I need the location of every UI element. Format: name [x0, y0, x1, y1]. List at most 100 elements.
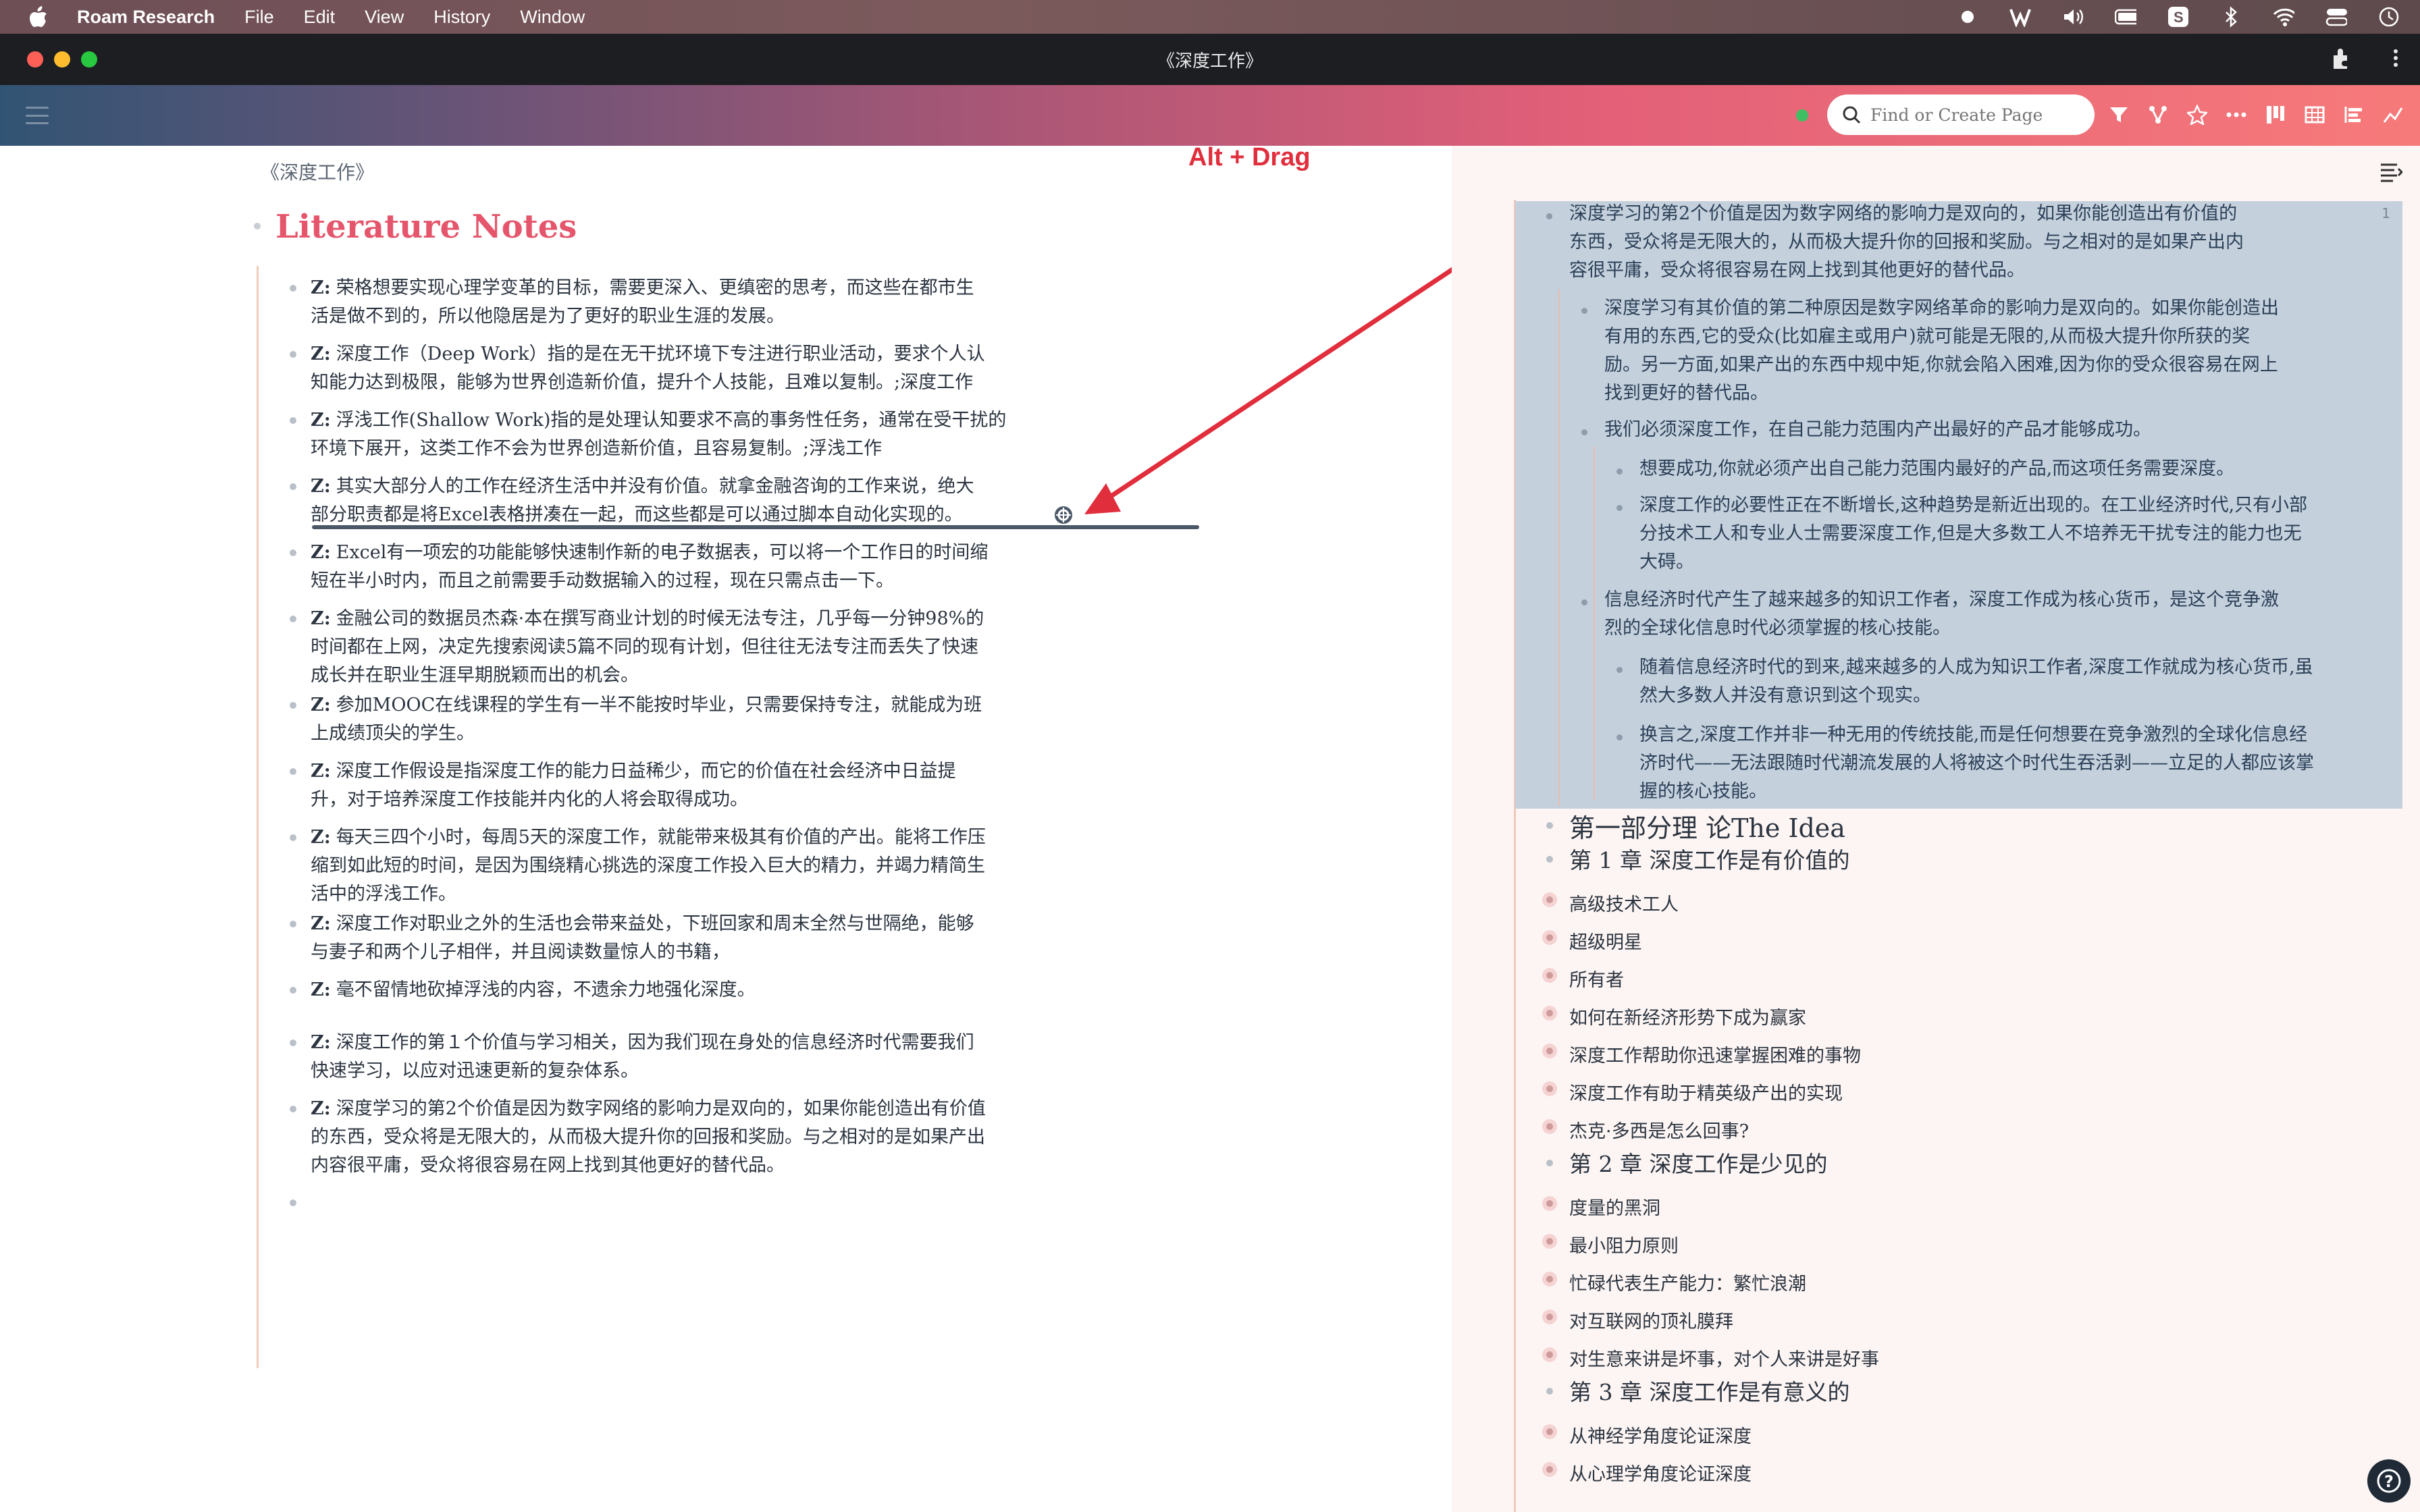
wifi-icon[interactable] [2273, 6, 2294, 28]
note-block[interactable]: Z: 深度学习的第2个价值是因为数字网络的影响力是双向的，如果你能创造出有价值 的东… [311, 1095, 1020, 1180]
block-bullet[interactable] [1546, 213, 1552, 219]
chapter-item[interactable]: 对互联网的顶礼膜拜 [1569, 1307, 1733, 1333]
block-bullet[interactable] [1581, 429, 1587, 435]
chapter-item[interactable]: 所有者 [1569, 965, 1624, 992]
note-block[interactable]: Z: 参加MOOC在线课程的学生有一半不能按时毕业，只需要保持专注，就能成为班 上成… [311, 691, 1020, 748]
collapsed-bullet-icon[interactable] [1542, 1006, 1557, 1021]
record-dot-icon[interactable] [1957, 6, 1978, 28]
collapsed-bullet-icon[interactable] [1542, 1462, 1557, 1477]
menu-window[interactable]: Window [520, 7, 585, 28]
block-bullet[interactable] [290, 351, 296, 358]
heading-bullet[interactable] [1546, 1388, 1553, 1395]
block-bullet[interactable] [290, 483, 296, 490]
block-bullet[interactable] [1616, 505, 1623, 511]
minimize-window-button[interactable] [54, 51, 70, 68]
collapsed-bullet-icon[interactable] [1542, 1234, 1557, 1249]
chapter-item[interactable]: 如何在新经济形势下成为赢家 [1569, 1003, 1806, 1029]
filter-icon[interactable] [2107, 99, 2131, 131]
block-bullet[interactable] [290, 987, 296, 994]
collapsed-bullet-icon[interactable] [1542, 968, 1557, 983]
collapsed-bullet-icon[interactable] [1542, 1081, 1557, 1096]
chapter-item[interactable]: 超级明星 [1569, 927, 1642, 954]
block-bullet[interactable] [1616, 734, 1623, 740]
note-block[interactable]: Z: 深度工作的第１个价值与学习相关，因为我们现在身处的信息经济时代需要我们 快速学… [311, 1029, 1020, 1085]
chapter-heading[interactable]: 第 3 章 深度工作是有意义的 [1569, 1374, 1849, 1407]
block-bullet[interactable] [1616, 667, 1623, 673]
close-window-button[interactable] [27, 51, 43, 68]
note-block[interactable]: Z: 深度工作对职业之外的生活也会带来益处，下班回家和周末全然与世隔绝，能够 与妻子… [311, 910, 1020, 967]
block-bullet[interactable] [290, 285, 296, 292]
block-bullet[interactable] [290, 702, 296, 709]
extensions-icon[interactable] [2330, 46, 2354, 75]
reference-count[interactable]: 1 [2382, 205, 2390, 221]
chapter-item[interactable]: 从神经学角度论证深度 [1569, 1422, 1752, 1448]
volume-icon[interactable] [2062, 6, 2084, 28]
search-input[interactable] [1870, 105, 2086, 125]
chapter-item[interactable]: 对生意来讲是坏事，对个人来讲是好事 [1569, 1345, 1879, 1371]
w-app-icon[interactable] [2009, 6, 2031, 28]
collapsed-bullet-icon[interactable] [1542, 1272, 1557, 1287]
collapsed-bullet-icon[interactable] [1542, 1347, 1557, 1362]
app-name-menu[interactable]: Roam Research [77, 7, 215, 28]
heading-bullet[interactable] [1546, 1160, 1553, 1166]
heading-bullet[interactable] [1546, 822, 1553, 829]
help-button[interactable]: ? [2367, 1459, 2411, 1503]
empty-block-bullet[interactable] [290, 1199, 296, 1206]
collapsed-bullet-icon[interactable] [1542, 892, 1557, 907]
chapter-item[interactable]: 最小阻力原则 [1569, 1231, 1679, 1258]
title-bullet[interactable] [254, 223, 261, 230]
collapsed-bullet-icon[interactable] [1542, 1424, 1557, 1439]
note-block[interactable]: Z: 荣格想要实现心理学变革的目标，需要更深入、更缜密的思考，而这些在都市生 活是做… [311, 274, 1020, 331]
block-bullet[interactable] [290, 1106, 296, 1112]
chapter-heading[interactable]: 第 2 章 深度工作是少见的 [1569, 1146, 1827, 1179]
battery-icon[interactable] [2115, 6, 2136, 28]
block-bullet[interactable] [1581, 308, 1587, 314]
block-bullet[interactable] [290, 417, 296, 424]
outline-icon[interactable] [2342, 99, 2366, 131]
table-icon[interactable] [2303, 99, 2327, 131]
note-block[interactable]: Z: 每天三四个小时，每周5天的深度工作，就能带来极其有价值的产出。能将工作压 缩到… [311, 824, 1020, 909]
more-options-icon[interactable] [2224, 99, 2248, 131]
clock-icon[interactable] [2378, 6, 2400, 28]
chapter-item[interactable]: 深度工作有助于精英级产出的实现 [1569, 1079, 1843, 1105]
s-app-icon[interactable]: S [2167, 6, 2189, 28]
chapter-heading[interactable]: 第 1 章 深度工作是有价值的 [1569, 842, 1849, 875]
apple-logo-icon[interactable] [27, 5, 50, 28]
menu-view[interactable]: View [365, 7, 404, 28]
chapter-item[interactable]: 从心理学角度论证深度 [1569, 1459, 1752, 1486]
analytics-icon[interactable] [2381, 99, 2405, 131]
menu-edit[interactable]: Edit [304, 7, 336, 28]
chapter-item[interactable]: 度量的黑洞 [1569, 1193, 1660, 1220]
heading-bullet[interactable] [1546, 856, 1553, 863]
note-block[interactable]: Z: 毫不留情地砍掉浮浅的内容，不遗余力地强化深度。 [311, 976, 1020, 1004]
star-icon[interactable] [2185, 99, 2209, 131]
block-bullet[interactable] [290, 616, 296, 622]
collapsed-bullet-icon[interactable] [1542, 1044, 1557, 1058]
collapsed-bullet-icon[interactable] [1542, 1196, 1557, 1211]
menu-file[interactable]: File [244, 7, 274, 28]
chapter-item[interactable]: 深度工作帮助你迅速掌握困难的事物 [1569, 1041, 1861, 1067]
note-block[interactable]: Z: 深度工作假设是指深度工作的能力日益稀少，而它的价值在社会经济中日益提 升，对于… [311, 757, 1020, 814]
block-bullet[interactable] [290, 834, 296, 841]
chapter-item[interactable]: 高级技术工人 [1569, 890, 1679, 916]
graph-overview-icon[interactable] [2146, 99, 2170, 131]
zoom-window-button[interactable] [81, 51, 97, 68]
chapter-item[interactable]: 忙碌代表生产能力：繁忙浪潮 [1569, 1269, 1806, 1295]
search-box[interactable] [1827, 94, 2095, 135]
collapsed-bullet-icon[interactable] [1542, 930, 1557, 945]
menu-history[interactable]: History [433, 7, 490, 28]
note-block[interactable]: Z: Excel有一项宏的功能能够快速制作新的电子数据表，可以将一个工作日的时间缩… [311, 539, 1020, 595]
note-block[interactable]: Z: 浮浅工作(Shallow Work)指的是处理认知要求不高的事务性任务，通常… [311, 406, 1020, 463]
part-heading[interactable]: 第一部分理 论The Idea [1569, 807, 1845, 844]
block-bullet[interactable] [290, 921, 296, 927]
control-center-icon[interactable] [2325, 6, 2347, 28]
note-block[interactable]: Z: 其实大部分人的工作在经济生活中并没有价值。就拿金融咨询的工作来说，绝大 部分职… [311, 473, 1020, 529]
chapter-item[interactable]: 杰克·多西是怎么回事? [1569, 1116, 1749, 1143]
note-block[interactable]: Z: 深度工作（Deep Work）指的是在无干扰环境下专注进行职业活动，要求个人… [311, 340, 1020, 397]
block-bullet[interactable] [290, 1040, 296, 1046]
more-vertical-icon[interactable] [2392, 46, 2400, 75]
block-bullet[interactable] [1616, 468, 1623, 475]
collapsed-bullet-icon[interactable] [1542, 1310, 1557, 1324]
menu-toggle-icon[interactable] [26, 107, 49, 124]
block-bullet[interactable] [1581, 599, 1587, 605]
